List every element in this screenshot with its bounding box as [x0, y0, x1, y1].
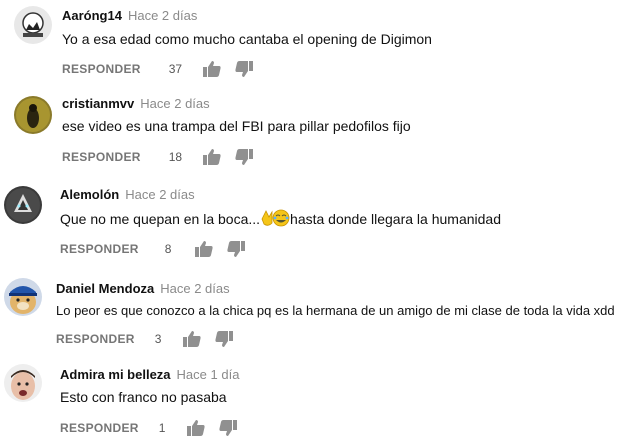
comment-text: ese video es una trampa del FBI para pil…	[62, 118, 411, 134]
thumbs-down-icon[interactable]	[235, 149, 253, 165]
thumbs-down-icon[interactable]	[235, 61, 253, 77]
thumbs-up-icon[interactable]	[182, 331, 201, 347]
like-count: 1	[158, 421, 166, 435]
timestamp[interactable]: Hace 1 día	[177, 367, 240, 382]
like-count: 8	[164, 242, 172, 256]
like-count: 3	[154, 332, 162, 346]
timestamp[interactable]: Hace 2 días	[125, 187, 194, 202]
author-name[interactable]: Daniel Mendoza	[56, 281, 154, 296]
timestamp[interactable]: Hace 2 días	[140, 96, 209, 111]
thumbs-up-icon[interactable]	[202, 61, 221, 77]
clap-laugh-emoji	[260, 209, 290, 230]
comment-text: Yo a esa edad como mucho cantaba el open…	[62, 31, 432, 47]
avatar[interactable]	[4, 364, 42, 402]
thumbs-down-icon[interactable]	[227, 241, 245, 257]
comment-text: Lo peor es que conozco a la chica pq es …	[56, 303, 615, 318]
comment-text: Esto con franco no pasaba	[60, 389, 227, 405]
like-count: 37	[168, 62, 183, 76]
author-name[interactable]: cristianmvv	[62, 96, 134, 111]
reply-button[interactable]: RESPONDER	[62, 150, 141, 164]
author-name[interactable]: Admira mi belleza	[60, 367, 171, 382]
avatar[interactable]	[4, 278, 42, 316]
reply-button[interactable]: RESPONDER	[60, 421, 139, 435]
thumbs-up-icon[interactable]	[202, 149, 221, 165]
author-name[interactable]: Alemolón	[60, 187, 119, 202]
like-count: 18	[168, 150, 183, 164]
thumbs-down-icon[interactable]	[219, 420, 237, 436]
comment-text-part: hasta donde llegara la humanidad	[290, 211, 501, 227]
comment-text-part: Que no me quepan en la boca...	[60, 211, 261, 227]
timestamp[interactable]: Hace 2 días	[160, 281, 229, 296]
avatar[interactable]	[14, 96, 52, 134]
reply-button[interactable]: RESPONDER	[60, 242, 139, 256]
avatar[interactable]	[4, 186, 42, 224]
author-name[interactable]: Aaróng14	[62, 8, 122, 23]
thumbs-down-icon[interactable]	[215, 331, 233, 347]
comment-text: Que no me quepan en la boca... hasta dond…	[60, 209, 501, 230]
avatar[interactable]	[14, 6, 52, 44]
thumbs-up-icon[interactable]	[186, 420, 205, 436]
reply-button[interactable]: RESPONDER	[56, 332, 135, 346]
timestamp[interactable]: Hace 2 días	[128, 8, 197, 23]
reply-button[interactable]: RESPONDER	[62, 62, 141, 76]
thumbs-up-icon[interactable]	[194, 241, 213, 257]
